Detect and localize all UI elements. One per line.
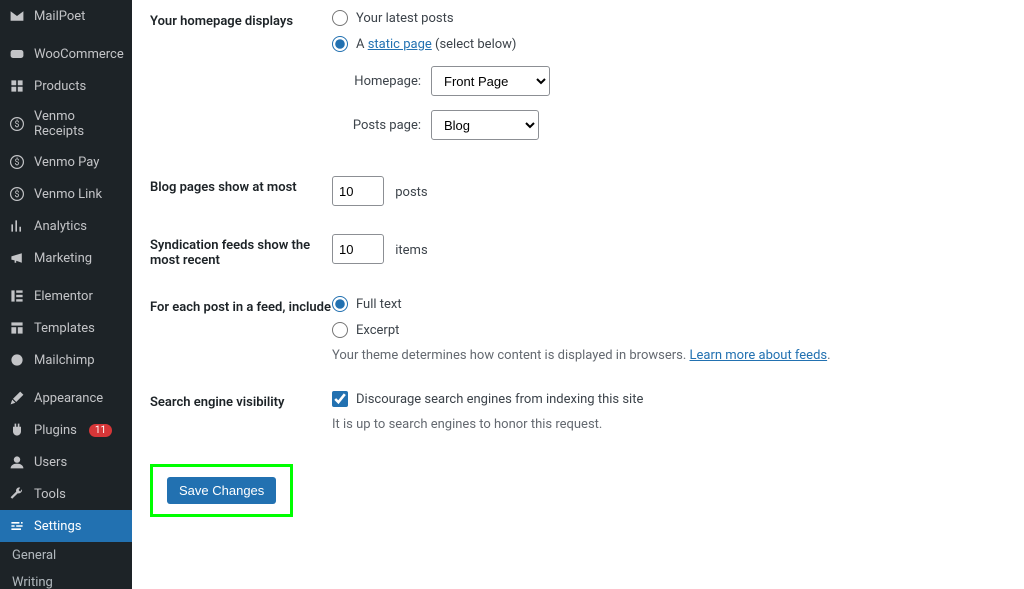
sidebar-item-label: Venmo Link [34,187,102,202]
learn-more-feeds-link[interactable]: Learn more about feeds [690,348,828,363]
sidebar-item-label: Tools [34,487,66,502]
sidebar-item-venmo-link[interactable]: $ Venmo Link [0,178,132,210]
search-visibility-label: Search engine visibility [150,391,332,410]
blogpages-label: Blog pages show at most [150,176,332,195]
sidebar-item-label: Users [34,455,67,470]
homepage-displays-label: Your homepage displays [150,10,332,29]
products-icon [8,77,26,95]
radio-static-page[interactable] [332,36,348,52]
plugins-update-badge: 11 [89,424,112,437]
user-icon [8,453,26,471]
sidebar-item-label: Products [34,79,86,94]
submenu-item-writing[interactable]: Writing [0,569,132,589]
svg-text:$: $ [15,119,20,130]
sidebar-item-mailchimp[interactable]: Mailchimp [0,344,132,376]
sidebar-item-label: Templates [34,321,95,336]
sidebar-item-marketing[interactable]: Marketing [0,242,132,274]
radio-latest-posts-label: Your latest posts [356,11,454,26]
sidebar-item-label: Venmo Receipts [34,109,124,139]
dollar-icon: $ [8,115,26,133]
homepage-select[interactable]: Front Page [431,66,550,96]
search-visibility-checkbox-label: Discourage search engines from indexing … [356,392,643,407]
homepage-select-label: Homepage: [346,74,421,89]
dollar-icon: $ [8,185,26,203]
syndication-label: Syndication feeds show the most recent [150,234,332,268]
brush-icon [8,389,26,407]
sidebar-item-label: Appearance [34,391,103,406]
sidebar-item-label: WooCommerce [34,47,124,62]
blogpages-unit: posts [395,185,427,200]
radio-latest-posts[interactable] [332,10,348,26]
woo-icon [8,45,26,63]
radio-excerpt[interactable] [332,322,348,338]
postspage-select[interactable]: Blog [431,110,539,140]
elementor-icon [8,287,26,305]
settings-submenu: General Writing Reading Discussion Media [0,542,132,589]
submenu-item-general[interactable]: General [0,542,132,569]
sidebar-item-mailpoet[interactable]: MailPoet [0,0,132,32]
svg-text:$: $ [15,157,20,168]
sidebar-item-users[interactable]: Users [0,446,132,478]
admin-sidebar: MailPoet WooCommerce Products $ Venmo Rec… [0,0,132,589]
radio-full-text[interactable] [332,296,348,312]
wrench-icon [8,485,26,503]
feed-include-label: For each post in a feed, include [150,296,332,315]
sidebar-item-appearance[interactable]: Appearance [0,382,132,414]
sidebar-item-label: Settings [34,519,81,534]
sidebar-item-templates[interactable]: Templates [0,312,132,344]
sidebar-item-label: Plugins [34,423,77,438]
search-visibility-checkbox[interactable] [332,391,348,407]
sidebar-item-woocommerce[interactable]: WooCommerce [0,38,132,70]
sidebar-item-tools[interactable]: Tools [0,478,132,510]
sidebar-item-label: Marketing [34,251,92,266]
dollar-icon: $ [8,153,26,171]
sidebar-item-settings[interactable]: Settings [0,510,132,542]
sidebar-item-label: Elementor [34,289,93,304]
sidebar-item-elementor[interactable]: Elementor [0,280,132,312]
megaphone-icon [8,249,26,267]
sidebar-item-analytics[interactable]: Analytics [0,210,132,242]
sidebar-item-plugins[interactable]: Plugins 11 [0,414,132,446]
sidebar-item-label: Venmo Pay [34,155,99,170]
templates-icon [8,319,26,337]
sidebar-item-label: Analytics [34,219,87,234]
syndication-input[interactable] [332,234,384,264]
sliders-icon [8,517,26,535]
save-highlight-box: Save Changes [150,464,293,517]
static-page-link[interactable]: static page [368,37,432,52]
postspage-select-label: Posts page: [346,118,421,133]
mailpoet-icon [8,7,26,25]
syndication-unit: items [395,243,427,258]
mailchimp-icon [8,351,26,369]
sidebar-item-label: MailPoet [34,9,85,24]
blogpages-input[interactable] [332,176,384,206]
sidebar-item-venmo-receipts[interactable]: $ Venmo Receipts [0,102,132,146]
radio-static-page-label: A static page (select below) [356,37,516,52]
sidebar-item-products[interactable]: Products [0,70,132,102]
radio-full-text-label: Full text [356,297,402,312]
settings-reading-panel: Your homepage displays Your latest posts… [132,0,1024,589]
save-changes-button[interactable]: Save Changes [167,477,276,504]
sidebar-item-venmo-pay[interactable]: $ Venmo Pay [0,146,132,178]
search-visibility-description: It is up to search engines to honor this… [332,417,1006,432]
chart-icon [8,217,26,235]
sidebar-item-label: Mailchimp [34,353,95,368]
svg-text:$: $ [15,189,20,200]
radio-excerpt-label: Excerpt [356,323,399,338]
feed-description: Your theme determines how content is dis… [332,348,1006,363]
plug-icon [8,421,26,439]
